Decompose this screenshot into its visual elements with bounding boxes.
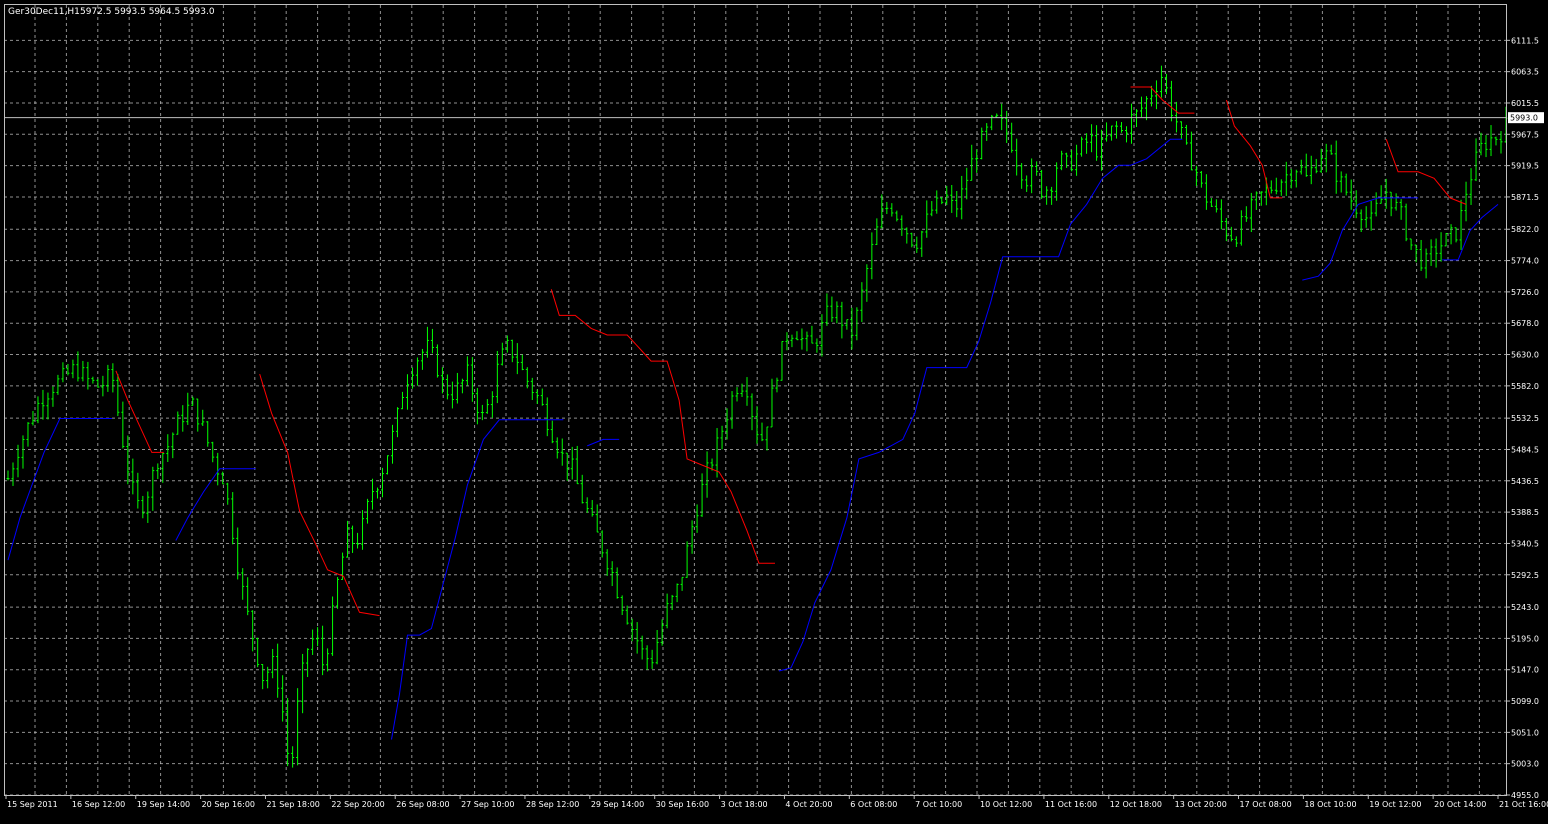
x-tick-label: 7 Oct 10:00 [915, 800, 962, 809]
y-tick-label: 5919.5 [1511, 162, 1539, 171]
chart-window[interactable]: 6111.5 6063.5 6015.5 5967.5 5919.5 5871.5 5822… [0, 0, 1548, 820]
chart-background [0, 0, 1548, 820]
x-tick-label: 15 Sep 2011 [7, 800, 58, 809]
x-tick-label: 22 Sep 20:00 [331, 800, 384, 809]
statusbar-divider [4, 816, 1548, 820]
y-tick-label: 5678.0 [1511, 319, 1539, 328]
y-tick-label: 5340.5 [1511, 539, 1539, 548]
x-tick-label: 28 Sep 12:00 [526, 800, 579, 809]
y-tick-label: 4955.0 [1511, 791, 1539, 800]
x-tick-label: 11 Oct 16:00 [1045, 800, 1097, 809]
x-tick-label: 13 Oct 20:00 [1175, 800, 1227, 809]
x-tick-label: 20 Oct 14:00 [1434, 800, 1486, 809]
y-tick-label: 5630.0 [1511, 351, 1539, 360]
x-tick-label: 19 Oct 12:00 [1369, 800, 1421, 809]
x-tick-label: 21 Oct 16:00 [1499, 800, 1548, 809]
current-price-tag: 5993.0 [1508, 112, 1544, 124]
x-tick-label: 10 Oct 12:00 [980, 800, 1032, 809]
y-tick-label: 5243.0 [1511, 603, 1539, 612]
chart-ohlc-label: 5972.5 5993.5 5964.5 5993.0 [80, 7, 215, 17]
y-tick-label: 5532.5 [1511, 414, 1539, 423]
y-tick-label: 6111.5 [1511, 36, 1539, 45]
y-tick-label: 5871.5 [1511, 193, 1539, 202]
y-tick-label: 5774.0 [1511, 257, 1539, 266]
x-tick-label: 4 Oct 20:00 [785, 800, 832, 809]
x-tick-label: 3 Oct 18:00 [721, 800, 768, 809]
y-tick-label: 5292.5 [1511, 571, 1539, 580]
x-tick-label: 18 Oct 10:00 [1304, 800, 1356, 809]
y-tick-label: 5147.0 [1511, 666, 1539, 675]
x-tick-label: 26 Sep 08:00 [396, 800, 449, 809]
y-tick-label: 5388.5 [1511, 508, 1539, 517]
y-tick-label: 5967.5 [1511, 130, 1539, 139]
x-tick-label: 16 Sep 12:00 [72, 800, 125, 809]
x-tick-label: 12 Oct 18:00 [1110, 800, 1162, 809]
y-tick-label: 5436.5 [1511, 477, 1539, 486]
x-tick-label: 21 Sep 18:00 [266, 800, 319, 809]
y-tick-label: 5726.0 [1511, 288, 1539, 297]
y-tick-label: 5582.0 [1511, 382, 1539, 391]
x-tick-label: 30 Sep 16:00 [656, 800, 709, 809]
x-tick-label: 20 Sep 16:00 [202, 800, 255, 809]
y-tick-label: 6015.5 [1511, 99, 1539, 108]
y-tick-label: 5099.0 [1511, 697, 1539, 706]
price-chart[interactable]: 6111.5 6063.5 6015.5 5967.5 5919.5 5871.5 5822… [0, 0, 1548, 820]
y-tick-label: 5484.5 [1511, 445, 1539, 454]
x-tick-label: 17 Oct 08:00 [1240, 800, 1292, 809]
x-tick-label: 29 Sep 14:00 [591, 800, 644, 809]
chart-symbol-label: Ger30Dec11,H1 [8, 7, 80, 17]
x-tick-label: 27 Sep 10:00 [461, 800, 514, 809]
y-tick-label: 5051.0 [1511, 728, 1539, 737]
y-tick-label: 5003.0 [1511, 760, 1539, 769]
x-tick-label: 6 Oct 08:00 [850, 800, 897, 809]
y-tick-label: 6063.5 [1511, 68, 1539, 77]
y-tick-label: 5195.0 [1511, 634, 1539, 643]
y-tick-label: 5822.0 [1511, 225, 1539, 234]
current-price-label: 5993.0 [1510, 114, 1538, 123]
x-tick-label: 19 Sep 14:00 [137, 800, 190, 809]
